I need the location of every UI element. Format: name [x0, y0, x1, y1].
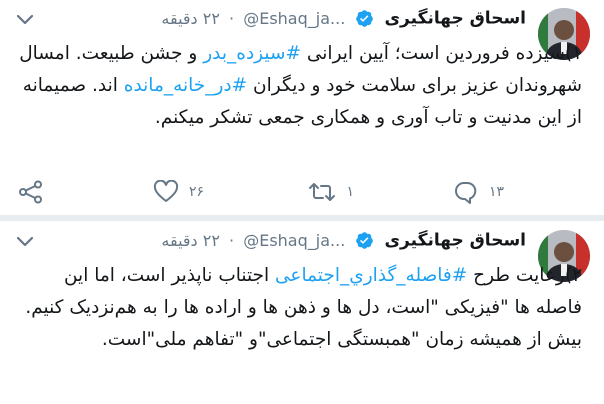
chevron-down-icon[interactable]: [16, 12, 34, 26]
verified-badge-icon: [355, 9, 374, 28]
tweet-divider: [0, 215, 604, 221]
tweet-2[interactable]: اسحاق جهانگیری @Eshaq_ja... · ۲۲ دقیقه ۲…: [0, 222, 604, 404]
share-button[interactable]: [18, 178, 44, 206]
tweet-text-segment: ۱)سیزده فروردین است؛ آیین ایرانی: [300, 43, 582, 64]
like-count: ۲۶: [188, 184, 204, 200]
retweet-icon: [308, 180, 336, 204]
verified-badge-icon: [355, 231, 374, 250]
reply-icon: [453, 180, 479, 204]
hashtag-link[interactable]: #در_خانه_مانده: [124, 75, 247, 96]
author-name[interactable]: اسحاق جهانگیری: [384, 9, 526, 29]
tweet-text: ۲)رعایت طرح #فاصله_گذاري_اجتماعی اجتناب …: [12, 260, 582, 356]
hashtag-link[interactable]: #سیزده_بدر: [203, 43, 301, 64]
like-button[interactable]: ۲۶: [153, 178, 204, 206]
share-icon: [18, 180, 44, 204]
timestamp[interactable]: ۲۲ دقیقه: [161, 231, 220, 250]
author-name[interactable]: اسحاق جهانگیری: [384, 231, 526, 251]
tweet-header: اسحاق جهانگیری @Eshaq_ja... · ۲۲ دقیقه: [8, 230, 526, 256]
retweet-count: ۱: [346, 184, 354, 200]
timestamp[interactable]: ۲۲ دقیقه: [161, 9, 220, 28]
reply-count: ۱۳: [488, 184, 504, 200]
reply-button[interactable]: ۱۳: [453, 178, 504, 206]
chevron-down-icon[interactable]: [16, 234, 34, 248]
tweet-text-segment: ۲)رعایت طرح: [467, 265, 582, 286]
tweet-header: اسحاق جهانگیری @Eshaq_ja... · ۲۲ دقیقه: [8, 8, 526, 34]
tweet-1[interactable]: اسحاق جهانگیری @Eshaq_ja... · ۲۲ دقیقه ۱…: [0, 0, 604, 213]
tweet-actions: ۱۳ ۱ ۲۶: [0, 178, 604, 206]
separator-dot: ·: [229, 231, 235, 250]
author-handle[interactable]: @Eshaq_ja...: [243, 231, 345, 250]
retweet-button[interactable]: ۱: [308, 178, 354, 206]
author-handle[interactable]: @Eshaq_ja...: [243, 9, 345, 28]
heart-icon: [153, 180, 179, 204]
separator-dot: ·: [229, 9, 235, 28]
tweet-text: ۱)سیزده فروردین است؛ آیین ایرانی #سیزده_…: [12, 38, 582, 134]
hashtag-link[interactable]: #فاصله_گذاري_اجتماعی: [275, 265, 467, 286]
